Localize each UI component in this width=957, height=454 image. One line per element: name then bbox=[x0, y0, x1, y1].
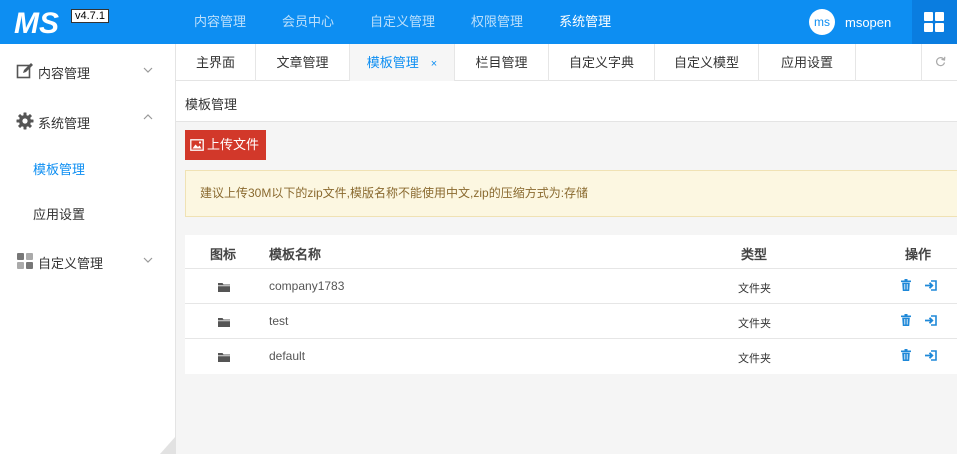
top-nav: 内容管理 会员中心 自定义管理 权限管理 系统管理 bbox=[176, 0, 629, 44]
username: msopen bbox=[845, 14, 892, 30]
sidebar-menu-custom[interactable]: 自定义管理 bbox=[0, 236, 176, 284]
template-name: default bbox=[269, 349, 306, 363]
chevron-down-icon bbox=[143, 257, 153, 263]
refresh-icon bbox=[936, 56, 946, 67]
ms-logo[interactable]: MS bbox=[14, 7, 74, 37]
page-header: 模板管理 bbox=[176, 81, 957, 122]
tab-columns[interactable]: 栏目管理 bbox=[455, 44, 549, 81]
template-type: 文件夹 bbox=[738, 283, 771, 295]
tab-label: 自定义模型 bbox=[673, 55, 739, 70]
table-header: 图标 模板名称 类型 操作 bbox=[185, 235, 957, 269]
sidebar-menu-content[interactable]: 内容管理 bbox=[0, 46, 176, 94]
template-name: company1783 bbox=[269, 279, 345, 293]
sidebar: 内容管理 系统管理 模板管理 应用设置 自定义管理 bbox=[0, 44, 176, 454]
close-icon[interactable]: × bbox=[431, 58, 437, 70]
tab-label: 栏目管理 bbox=[475, 55, 528, 70]
logo-text: MS bbox=[14, 7, 59, 37]
folder-icon bbox=[218, 283, 230, 292]
gear-icon bbox=[16, 112, 34, 130]
tab-label: 模板管理 bbox=[366, 55, 419, 70]
folder-icon bbox=[218, 318, 230, 327]
tab-label: 文章管理 bbox=[276, 55, 329, 70]
avatar: ms bbox=[809, 9, 835, 35]
tab-label: 应用设置 bbox=[780, 55, 833, 70]
trash-icon[interactable] bbox=[901, 349, 911, 361]
column-header-name: 模板名称 bbox=[269, 247, 322, 262]
table-row: default 文件夹 bbox=[185, 339, 957, 374]
table-row: company1783 文件夹 bbox=[185, 269, 957, 304]
sidebar-collapse-handle[interactable] bbox=[160, 436, 176, 454]
tab-home[interactable]: 主界面 bbox=[176, 44, 256, 81]
page-title: 模板管理 bbox=[185, 97, 238, 112]
tab-label: 自定义字典 bbox=[568, 55, 634, 70]
sidebar-menu-label: 内容管理 bbox=[38, 66, 91, 81]
column-header-actions: 操作 bbox=[905, 247, 932, 262]
tab-articles[interactable]: 文章管理 bbox=[256, 44, 350, 81]
refresh-button[interactable] bbox=[921, 44, 957, 81]
template-type: 文件夹 bbox=[738, 318, 771, 330]
user-menu[interactable]: ms msopen bbox=[809, 9, 891, 35]
chevron-up-icon bbox=[143, 114, 153, 120]
top-bar: MS v4.7.1 内容管理 会员中心 自定义管理 权限管理 系统管理 ms m… bbox=[0, 0, 957, 44]
tab-label: 主界面 bbox=[195, 55, 235, 70]
column-header-type: 类型 bbox=[741, 247, 768, 262]
sidebar-menu-system[interactable]: 系统管理 bbox=[0, 96, 176, 144]
template-name: test bbox=[269, 314, 289, 328]
image-icon bbox=[190, 139, 204, 151]
top-nav-system[interactable]: 系统管理 bbox=[541, 0, 629, 44]
apps-button[interactable] bbox=[912, 0, 957, 44]
upload-file-button[interactable]: 上传文件 bbox=[185, 130, 267, 160]
top-nav-custom[interactable]: 自定义管理 bbox=[352, 0, 453, 44]
folder-icon bbox=[218, 353, 230, 362]
sidebar-menu-label: 自定义管理 bbox=[38, 256, 104, 271]
upload-file-label: 上传文件 bbox=[207, 137, 260, 152]
table-row: test 文件夹 bbox=[185, 304, 957, 339]
trash-icon[interactable] bbox=[901, 314, 911, 326]
trash-icon[interactable] bbox=[901, 279, 911, 291]
column-header-icon: 图标 bbox=[210, 247, 237, 262]
edit-icon bbox=[16, 63, 33, 79]
version-badge: v4.7.1 bbox=[71, 9, 109, 23]
top-nav-content[interactable]: 内容管理 bbox=[176, 0, 264, 44]
sidebar-menu-label: 系统管理 bbox=[38, 116, 91, 131]
modules-icon bbox=[17, 253, 33, 269]
tab-custom-dict[interactable]: 自定义字典 bbox=[549, 44, 655, 81]
tab-templates[interactable]: 模板管理 × bbox=[350, 44, 455, 81]
tab-app-settings[interactable]: 应用设置 bbox=[759, 44, 856, 81]
top-nav-permissions[interactable]: 权限管理 bbox=[453, 0, 541, 44]
template-type: 文件夹 bbox=[738, 353, 771, 365]
sidebar-item-app-settings[interactable]: 应用设置 bbox=[33, 204, 85, 223]
sidebar-item-template-manage[interactable]: 模板管理 bbox=[33, 159, 85, 178]
tab-custom-model[interactable]: 自定义模型 bbox=[655, 44, 759, 81]
enter-icon[interactable] bbox=[925, 315, 937, 326]
chevron-down-icon bbox=[143, 67, 153, 73]
enter-icon[interactable] bbox=[925, 280, 937, 291]
template-table: 图标 模板名称 类型 操作 company1783 文件夹 test 文件夹 d… bbox=[185, 235, 957, 374]
upload-notice: 建议上传30M以下的zip文件,模版名称不能使用中文,zip的压缩方式为:存储 bbox=[185, 170, 957, 217]
top-nav-members[interactable]: 会员中心 bbox=[264, 0, 352, 44]
main-content: 主界面 文章管理 模板管理 × 栏目管理 自定义字典 自定义模型 应用设置 模板管… bbox=[176, 44, 957, 454]
enter-icon[interactable] bbox=[925, 350, 937, 361]
tab-bar: 主界面 文章管理 模板管理 × 栏目管理 自定义字典 自定义模型 应用设置 bbox=[176, 44, 957, 81]
